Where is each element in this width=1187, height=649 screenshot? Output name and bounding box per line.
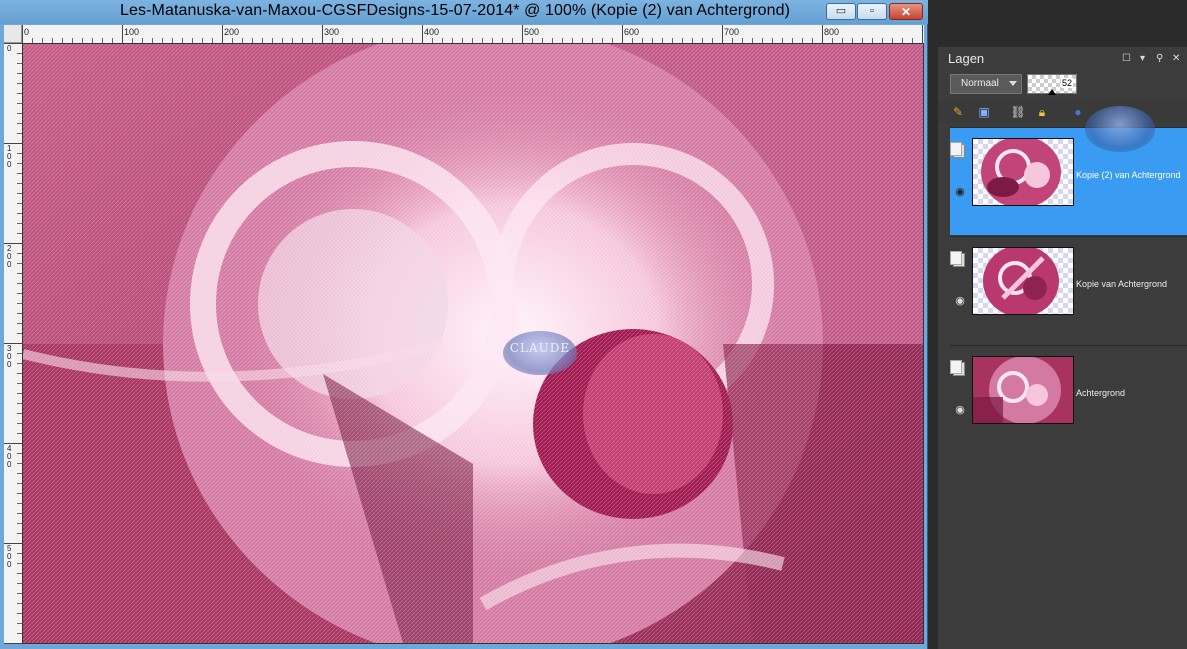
opacity-slider[interactable]: 52 [1027,74,1077,95]
blend-mode-select[interactable]: Normaal [950,74,1022,94]
close-button[interactable]: ✕ [889,3,923,20]
fractal-artwork [23,44,923,643]
layer-row-kopie-2[interactable]: ◉ Kopie (2) van Achtergrond [950,127,1187,235]
layer-name: Kopie van Achtergrond [1076,279,1168,289]
ruler-label: 500 [524,27,540,37]
ruler-label: 200 [224,27,240,37]
watermark-text: CLAUDE [509,341,571,355]
ruler-label: 500 [7,544,12,569]
pin-icon[interactable]: ⚲ [1156,53,1163,64]
visibility-eye-icon[interactable]: ◉ [952,293,968,307]
thumbnail-art [981,139,1061,205]
layer-thumbnail [972,356,1074,424]
panel-title: Lagen [948,51,985,66]
ruler-label: 400 [7,444,12,469]
thumbnail-art [983,248,1059,314]
close-panel-icon[interactable]: ✕ [1172,53,1180,64]
horizontal-ruler[interactable]: 0 100 200 300 400 500 600 700 800 [22,25,924,44]
minimize-icon: ▭ [835,5,847,17]
image-canvas[interactable]: CLAUDE [22,43,924,644]
panel-header: Lagen ☐ ▾ ⚲ ✕ [938,47,1187,71]
lock-icon[interactable]: 🔒︎ [1034,104,1050,120]
opacity-value: 52 [1060,78,1073,88]
blend-mode-value: Normaal [961,78,999,89]
ruler-label: 100 [124,27,140,37]
ruler-corner [4,25,22,43]
ruler-label: 400 [424,27,440,37]
vertical-ruler[interactable]: 0 100 200 300 400 500 [4,43,23,644]
circle-icon[interactable]: ● [1070,104,1086,120]
layer-type-icon [950,251,965,267]
layer-thumbnail [972,138,1074,206]
layer-row-achtergrond[interactable]: ◉ Achtergrond [950,345,1187,453]
ruler-label: 800 [824,27,840,37]
visibility-eye-icon[interactable]: ◉ [952,402,968,416]
maximize-icon: ▫ [870,5,874,17]
ruler-label: 0 [7,44,12,53]
layer-type-icon [950,142,965,158]
layer-type-icon [950,360,965,376]
ruler-label: 100 [7,144,12,169]
ruler-label: 300 [7,344,12,369]
maximize-panel-icon[interactable]: ☐ [1122,53,1131,64]
minimize-button[interactable]: ▭ [826,3,856,20]
chevron-down-icon [1009,81,1017,86]
layer-thumbnail [972,247,1074,315]
maximize-button[interactable]: ▫ [857,3,887,20]
window-title: Les-Matanuska-van-Maxou-CGSFDesigns-15-0… [120,2,791,19]
mask-icon[interactable]: ▣ [976,104,992,120]
ruler-label: 0 [24,27,30,37]
slider-marker-icon [1048,89,1056,95]
watermark-logo-overlay [1085,106,1155,152]
layer-name: Achtergrond [1076,388,1126,398]
ruler-label: 300 [324,27,340,37]
dropdown-icon[interactable]: ▾ [1140,53,1145,64]
ruler-label: 700 [724,27,740,37]
layer-row-kopie[interactable]: ◉ Kopie van Achtergrond [950,236,1187,344]
watermark-logo: CLAUDE [503,331,577,375]
new-layer-icon[interactable]: ✎ [950,104,966,120]
title-bar[interactable]: Les-Matanuska-van-Maxou-CGSFDesigns-15-0… [0,0,928,24]
layer-name: Kopie (2) van Achtergrond [1076,170,1181,180]
thumbnail-art [973,357,1073,423]
ruler-label: 200 [7,244,12,269]
close-icon: ✕ [900,4,912,19]
document-window: Les-Matanuska-van-Maxou-CGSFDesigns-15-0… [0,0,928,649]
link-icon[interactable]: ⛓ [1010,104,1026,120]
ruler-label: 600 [624,27,640,37]
visibility-eye-icon[interactable]: ◉ [952,184,968,198]
